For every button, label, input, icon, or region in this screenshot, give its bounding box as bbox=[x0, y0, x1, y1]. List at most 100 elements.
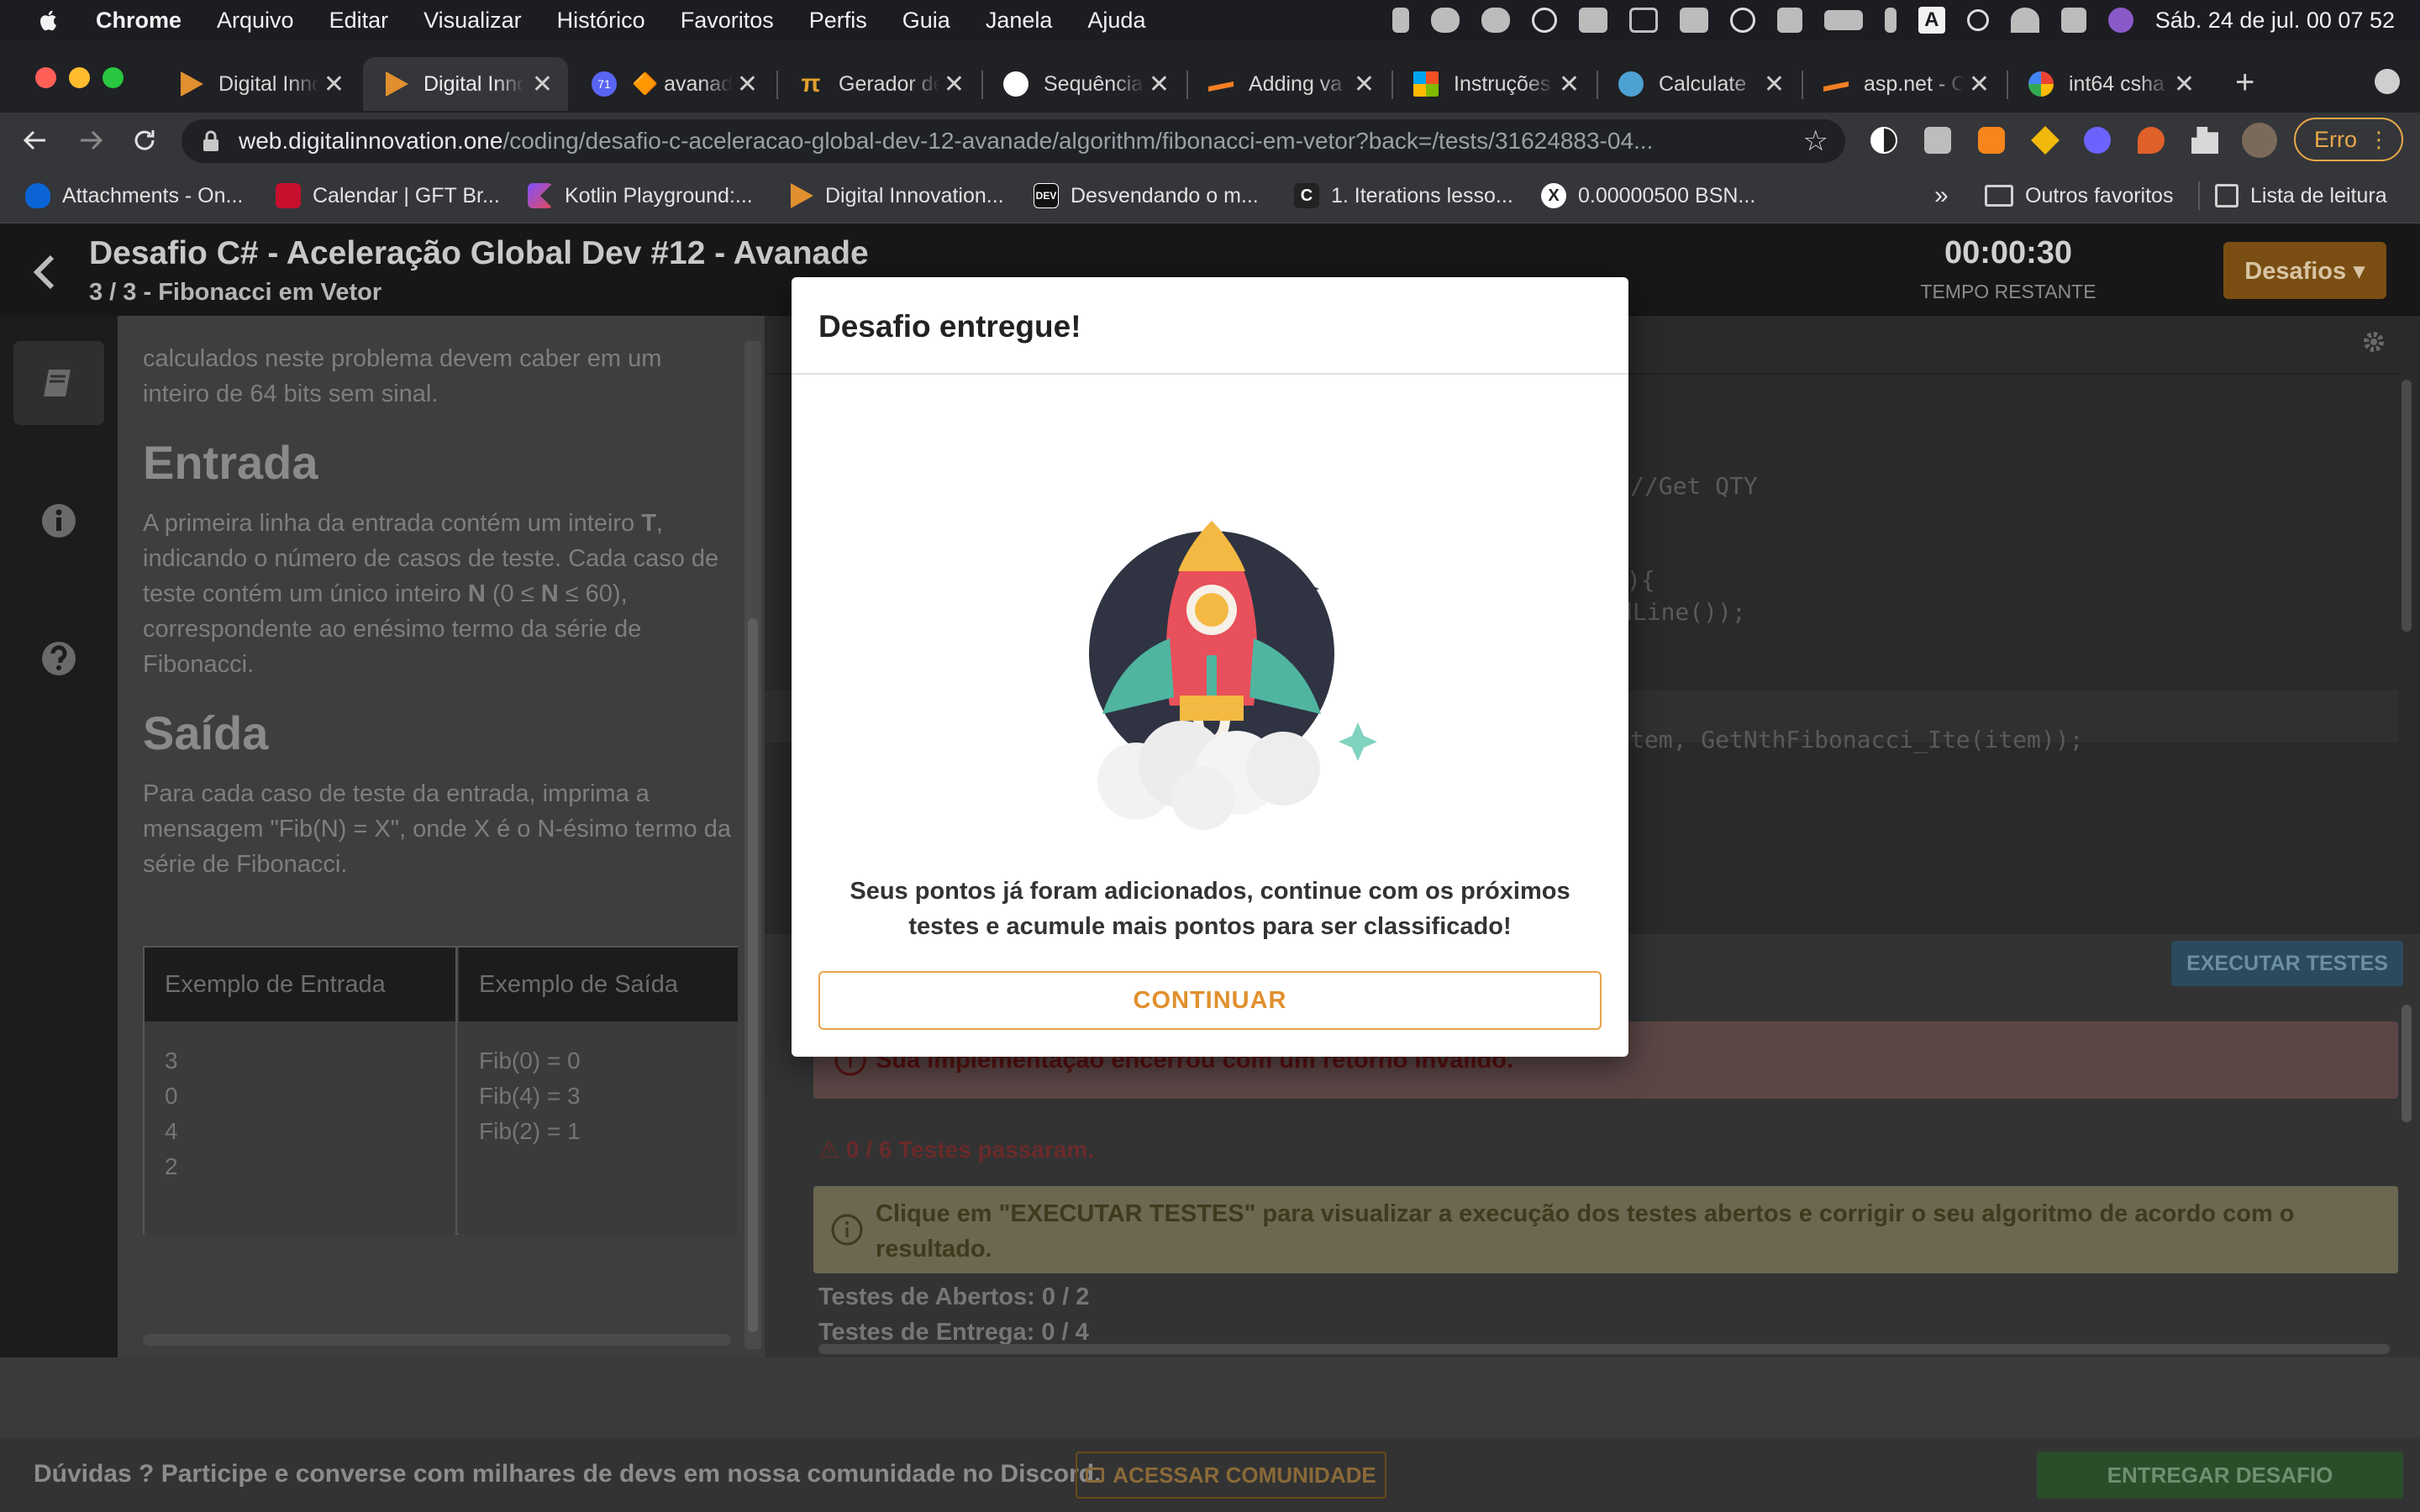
reading-list-button[interactable]: Lista de leitura bbox=[2215, 168, 2387, 223]
browser-tab[interactable]: int64 csha ✕ bbox=[2008, 57, 2210, 111]
notification-icon[interactable] bbox=[1578, 8, 1607, 33]
address-bar[interactable]: web.digitalinnovation.one /coding/desafi… bbox=[182, 119, 1845, 163]
battery-icon[interactable] bbox=[1823, 10, 1863, 30]
google-favicon-icon bbox=[2028, 71, 2054, 97]
browser-tab[interactable]: Calculate ✕ bbox=[1598, 57, 1800, 111]
apple-logo-icon[interactable] bbox=[35, 7, 62, 34]
discord-favicon-icon: 71 bbox=[592, 71, 617, 97]
bookmark-item[interactable]: C 1. Iterations lesso... bbox=[1294, 168, 1513, 223]
window-icon[interactable] bbox=[1628, 8, 1658, 33]
tab-close-icon[interactable]: ✕ bbox=[2174, 70, 2195, 99]
menu-editar[interactable]: Editar bbox=[329, 8, 389, 34]
menu-guia[interactable]: Guia bbox=[902, 8, 950, 34]
browser-tab[interactable]: asp.net - C ✕ bbox=[1803, 57, 2005, 111]
cloud-icon[interactable] bbox=[1430, 8, 1460, 33]
menu-visualizar[interactable]: Visualizar bbox=[424, 8, 522, 34]
dev-to-icon: DEV bbox=[1034, 183, 1059, 208]
browser-tab-active[interactable]: Digital Innovation One ✕ bbox=[363, 57, 568, 111]
tab-close-icon[interactable]: ✕ bbox=[1969, 70, 1990, 99]
menu-ajuda[interactable]: Ajuda bbox=[1087, 8, 1145, 34]
rail-info-button[interactable] bbox=[13, 479, 104, 563]
extension-icon[interactable] bbox=[2138, 127, 2165, 154]
window-close-button[interactable] bbox=[35, 67, 56, 88]
clock-icon[interactable] bbox=[1729, 8, 1755, 33]
wifi-icon[interactable] bbox=[2010, 8, 2039, 33]
dark-reader-extension-icon[interactable] bbox=[1870, 127, 1897, 154]
bookmark-item[interactable]: Calendar | GFT Br... bbox=[276, 168, 500, 223]
problem-scrollbar-thumb[interactable] bbox=[748, 618, 758, 1332]
tab-close-icon[interactable]: ✕ bbox=[1559, 70, 1580, 99]
bookmark-item[interactable]: Attachments - On... bbox=[25, 168, 243, 223]
metamask-extension-icon[interactable] bbox=[1978, 127, 2005, 154]
tab-close-icon[interactable]: ✕ bbox=[737, 70, 758, 99]
tab-close-icon[interactable]: ✕ bbox=[1149, 70, 1170, 99]
menu-perfis[interactable]: Perfis bbox=[809, 8, 867, 34]
submit-challenge-button[interactable]: ENTREGAR DESAFIO bbox=[2037, 1452, 2403, 1499]
menu-historico[interactable]: Histórico bbox=[557, 8, 645, 34]
browser-tab[interactable]: π Gerador de ✕ bbox=[778, 57, 980, 111]
siri-icon[interactable] bbox=[2107, 8, 2133, 33]
tab-close-icon[interactable]: ✕ bbox=[532, 70, 553, 99]
settings-gear-icon[interactable] bbox=[2361, 329, 2386, 354]
menu-arquivo[interactable]: Arquivo bbox=[217, 8, 294, 34]
bookmark-item[interactable]: Digital Innovation... bbox=[788, 168, 1004, 223]
tab-close-icon[interactable]: ✕ bbox=[1764, 70, 1785, 99]
chevron-left-icon[interactable] bbox=[32, 254, 57, 291]
tab-search-icon[interactable] bbox=[2375, 69, 2400, 94]
tab-close-icon[interactable]: ✕ bbox=[324, 70, 345, 99]
browser-tab[interactable]: Sequência ✕ bbox=[983, 57, 1185, 111]
gear-extension-icon[interactable] bbox=[2084, 127, 2111, 154]
tab-close-icon[interactable]: ✕ bbox=[1354, 70, 1375, 99]
bookmark-item[interactable]: DEV Desvendando o m... bbox=[1034, 168, 1259, 223]
problem-horizontal-scrollbar[interactable] bbox=[143, 1334, 731, 1346]
binance-extension-icon[interactable] bbox=[2031, 126, 2060, 155]
community-button[interactable]: ACESSAR COMUNIDADE bbox=[1076, 1452, 1386, 1499]
control-center-icon[interactable] bbox=[2060, 8, 2086, 33]
rail-help-button[interactable] bbox=[13, 617, 104, 701]
search-icon[interactable] bbox=[1966, 9, 1989, 31]
lock-icon[interactable] bbox=[202, 129, 220, 153]
browser-tab[interactable]: Adding va ✕ bbox=[1188, 57, 1390, 111]
kebab-menu-icon[interactable]: ⋮ bbox=[2368, 127, 2390, 153]
tests-scrollbar-thumb[interactable] bbox=[2402, 1005, 2412, 1122]
bookmark-item[interactable]: Kotlin Playground:... bbox=[528, 168, 753, 223]
bluetooth-icon[interactable] bbox=[1884, 8, 1897, 33]
reload-icon[interactable] bbox=[131, 127, 158, 154]
window-minimize-button[interactable] bbox=[69, 67, 90, 88]
browser-tab[interactable]: Digital Innovation One ✕ bbox=[158, 57, 360, 111]
other-bookmarks-folder[interactable]: Outros favoritos bbox=[1985, 168, 2173, 223]
forward-arrow-icon[interactable] bbox=[77, 127, 104, 154]
bookmarks-overflow-button[interactable]: » bbox=[1934, 168, 1949, 223]
window-zoom-button[interactable] bbox=[103, 67, 124, 88]
keyboard-grid-icon[interactable] bbox=[1679, 8, 1708, 33]
menu-favoritos[interactable]: Favoritos bbox=[681, 8, 774, 34]
profile-error-button[interactable]: Erro ⋮ bbox=[2294, 118, 2403, 161]
browser-tab[interactable]: 71 🔶 avanade ✕ bbox=[571, 57, 773, 111]
side-rail bbox=[0, 316, 118, 1357]
tray-app-icon[interactable] bbox=[1392, 8, 1409, 33]
tab-close-icon[interactable]: ✕ bbox=[944, 70, 965, 99]
menu-clock[interactable]: Sáb. 24 de jul. 00 07 52 bbox=[2155, 8, 2395, 34]
desafios-dropdown-button[interactable]: Desafios ▾ bbox=[2223, 242, 2386, 299]
camera-extension-icon[interactable] bbox=[1924, 127, 1951, 154]
rail-problem-button[interactable] bbox=[13, 341, 104, 425]
volume-icon[interactable] bbox=[1776, 8, 1802, 33]
tab-label: Sequência bbox=[1044, 71, 1144, 96]
run-tests-button[interactable]: EXECUTAR TESTES bbox=[2171, 941, 2403, 986]
new-tab-icon[interactable]: + bbox=[2235, 64, 2254, 102]
tests-horizontal-scrollbar[interactable] bbox=[818, 1344, 2390, 1354]
menu-app-name[interactable]: Chrome bbox=[96, 8, 182, 34]
menu-janela[interactable]: Janela bbox=[986, 8, 1053, 34]
editor-scrollbar-thumb[interactable] bbox=[2402, 380, 2412, 632]
keyboard-input-indicator[interactable]: A bbox=[1918, 7, 1945, 34]
bookmark-item[interactable]: X 0.00000500 BSN... bbox=[1541, 168, 1755, 223]
puzzle-extensions-icon[interactable] bbox=[2191, 127, 2218, 154]
continue-button[interactable]: CONTINUAR bbox=[818, 971, 1602, 1030]
bookmark-star-icon[interactable]: ☆ bbox=[1803, 124, 1828, 158]
browser-tab[interactable]: Instruções ✕ bbox=[1393, 57, 1595, 111]
cloud-upload-icon[interactable] bbox=[1481, 8, 1510, 33]
stackoverflow-favicon-icon bbox=[1823, 81, 1849, 92]
back-arrow-icon[interactable] bbox=[22, 127, 49, 154]
avatar[interactable] bbox=[2242, 123, 2277, 158]
play-icon[interactable] bbox=[1531, 8, 1557, 33]
